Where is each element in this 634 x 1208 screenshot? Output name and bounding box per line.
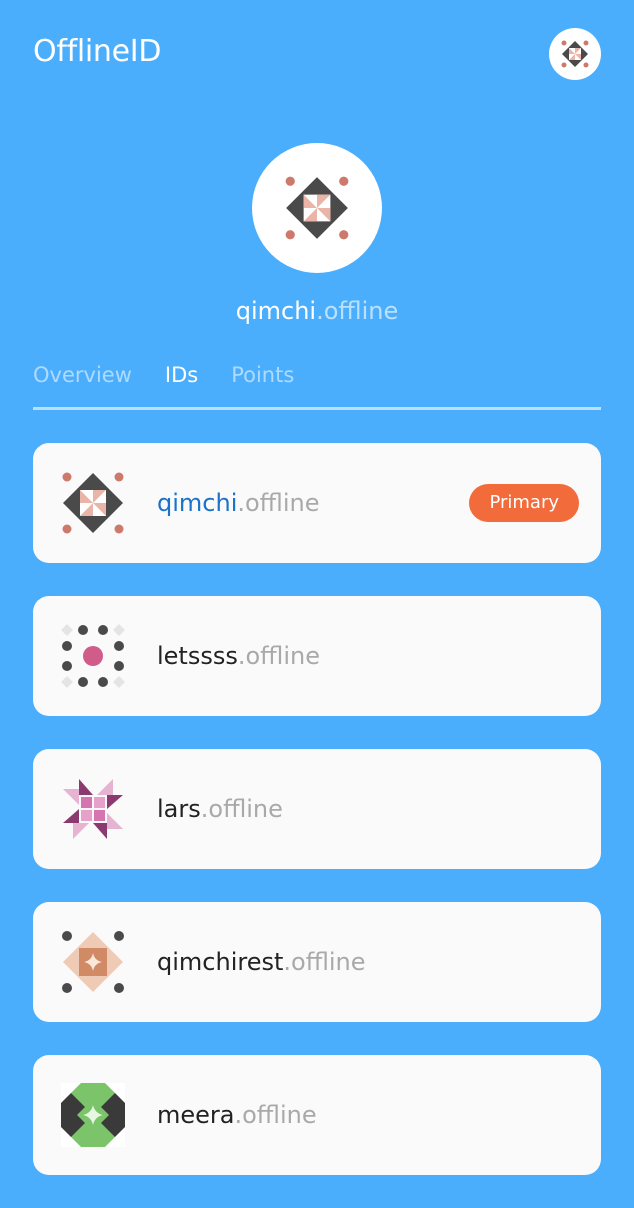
profile-avatar [252, 143, 382, 273]
primary-badge: Primary [469, 484, 579, 522]
id-suffix: .offline [234, 1101, 317, 1129]
id-suffix: .offline [237, 489, 320, 517]
id-suffix: .offline [237, 642, 321, 670]
id-handle: qimchi [157, 489, 238, 517]
id-name: qimchi.offline [157, 486, 320, 520]
quilt-diamond-pink-icon [62, 472, 124, 534]
id-name: qimchirest.offline [157, 945, 366, 979]
dot-ring-pink-icon [61, 624, 125, 688]
pinwheel-purple-icon [63, 779, 123, 839]
sparkle-diamond-tan-icon [62, 931, 124, 993]
id-name: lars.offline [157, 792, 283, 826]
id-card[interactable]: qimchi.offline Primary [33, 443, 601, 563]
id-name: letssss.offline [157, 639, 320, 673]
quilt-diamond-avatar-icon [285, 176, 349, 240]
id-handle: letssss [157, 642, 238, 670]
id-list: qimchi.offline Primary letssss.offline l… [33, 443, 601, 1208]
account-avatar-button[interactable] [549, 28, 601, 80]
tab-ids[interactable]: IDs [165, 358, 198, 407]
id-suffix: .offline [200, 795, 283, 823]
profile-suffix: .offline [316, 297, 399, 325]
id-card[interactable]: lars.offline [33, 749, 601, 869]
id-card[interactable]: letssss.offline [33, 596, 601, 716]
id-name: meera.offline [157, 1098, 317, 1132]
id-handle: lars [157, 795, 201, 823]
tab-bar: Overview IDs Points [33, 358, 601, 410]
quilt-diamond-avatar-icon [561, 40, 589, 68]
app-title: OfflineID [33, 34, 162, 69]
id-handle: qimchirest [157, 948, 284, 976]
id-card[interactable]: meera.offline [33, 1055, 601, 1175]
profile-handle: qimchi [235, 297, 317, 325]
id-card[interactable]: qimchirest.offline [33, 902, 601, 1022]
star-green-icon [61, 1083, 125, 1147]
profile-name: qimchi.offline [0, 294, 634, 328]
tab-overview[interactable]: Overview [33, 358, 132, 407]
id-suffix: .offline [283, 948, 366, 976]
id-handle: meera [157, 1101, 235, 1129]
tab-points[interactable]: Points [231, 358, 294, 407]
